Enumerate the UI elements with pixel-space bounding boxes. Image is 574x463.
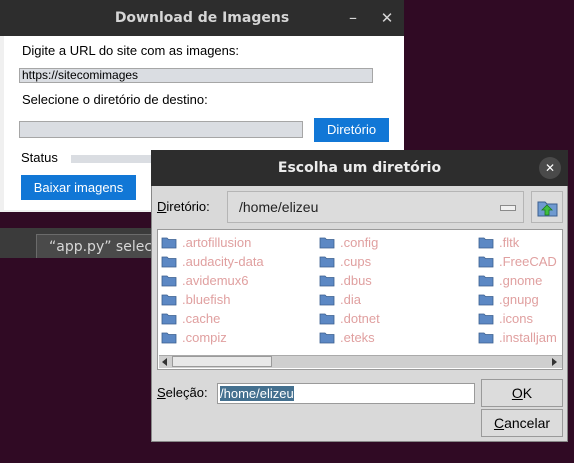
file-list-item[interactable]: .avidemux6 [161,271,316,290]
selection-input-value: /home/elizeu [220,386,294,401]
close-icon[interactable]: ✕ [378,8,396,28]
folder-icon [319,294,335,306]
directory-input[interactable] [19,121,303,138]
editor-tab[interactable]: “app.py” selecion [36,234,166,258]
folder-icon [161,294,177,306]
file-list-item-label: .avidemux6 [182,273,249,288]
file-list-item-label: .gnupg [499,292,539,307]
folder-icon [478,275,494,287]
dropdown-icon[interactable] [500,205,516,211]
folder-icon [478,332,494,344]
file-list-item-label: .cache [182,311,221,326]
directory-label: Selecione o diretório de destino: [22,92,208,107]
directory-combobox-value: /home/elizeu [239,199,319,215]
file-list-item-label: .gnome [499,273,543,288]
file-list-item-label: .config [340,235,379,250]
folder-icon [161,275,177,287]
url-input[interactable]: https://sitecomimages [19,68,373,83]
ok-button-label: K [522,385,533,401]
folder-icon [478,237,494,249]
status-label: Status [21,150,58,165]
file-list-item-label: .eteks [340,330,375,345]
file-list-item-label: .FreeCAD [499,254,557,269]
file-list-item-label: .dotnet [340,311,380,326]
selection-label-text: eleção: [165,385,208,400]
folder-icon [319,275,335,287]
file-list-item[interactable]: .cache [161,309,316,328]
file-list-item[interactable]: .gnome [478,271,562,290]
file-list-item[interactable]: .dotnet [319,309,474,328]
file-list-item[interactable]: .gnupg [478,290,562,309]
selection-label: Seleção: [157,385,208,400]
folder-icon [161,313,177,325]
folder-icon [478,256,494,268]
file-list-item[interactable]: .audacity-data [161,252,316,271]
folder-icon [161,256,177,268]
file-list-item-label: .icons [499,311,533,326]
directory-button[interactable]: Diretório [314,118,389,142]
file-list-item-label: .compiz [182,330,227,345]
url-label: Digite a URL do site com as imagens: [22,43,240,58]
file-list-item[interactable]: .fltk [478,233,562,252]
file-list-item[interactable]: .eteks [319,328,474,347]
folder-icon [319,313,335,325]
dialog-close-icon[interactable]: ✕ [539,157,561,179]
folder-up-icon [537,201,558,217]
file-list-item-label: .dia [340,292,361,307]
file-list-item-label: .artofillusion [182,235,252,250]
folder-icon [319,332,335,344]
file-list-item[interactable]: .installjam [478,328,562,347]
file-list-item-label: .cups [340,254,372,269]
directory-file-list[interactable]: .artofillusion .audacity-data .avidemux6 .b… [157,229,563,370]
parent-directory-button[interactable] [531,191,563,223]
file-list-item-label: .installjam [499,330,557,345]
selection-input[interactable]: /home/elizeu [217,383,475,404]
file-list-item[interactable]: .dia [319,290,474,309]
scroll-left-icon[interactable] [159,356,171,368]
cancel-button[interactable]: Cancelar [481,409,563,437]
folder-icon [319,256,335,268]
minimize-icon[interactable]: – [344,8,362,28]
download-images-button[interactable]: Baixar imagens [21,175,136,200]
folder-icon [161,332,177,344]
folder-icon [478,294,494,306]
dialog-directory-label: Diretório: [157,199,210,214]
scrollbar-thumb[interactable] [172,356,272,367]
dialog-title: Escolha um diretório [277,160,442,176]
scroll-right-icon[interactable] [548,356,560,368]
file-list-item[interactable]: .bluefish [161,290,316,309]
file-list-item-label: .audacity-data [182,254,264,269]
file-list-item[interactable]: .artofillusion [161,233,316,252]
cancel-button-label: ancelar [504,415,551,431]
file-list-item[interactable]: .compiz [161,328,316,347]
file-list-item[interactable]: .FreeCAD [478,252,562,271]
ok-button-mnemonic: O [511,385,523,401]
ok-button[interactable]: OK [481,379,563,407]
selection-label-mnemonic: S [157,385,166,400]
folder-icon [161,237,177,249]
dialog-directory-label-mnemonic: D [157,199,167,214]
file-list-item-label: .fltk [499,235,520,250]
file-list-item[interactable]: .icons [478,309,562,328]
cancel-button-mnemonic: C [493,415,505,431]
status-progress-bar [71,155,155,163]
dialog-directory-label-text: iretório: [166,199,210,214]
file-list-item[interactable]: .dbus [319,271,474,290]
folder-icon [478,313,494,325]
folder-icon [319,237,335,249]
file-list-item[interactable]: .cups [319,252,474,271]
file-list-item[interactable]: .config [319,233,474,252]
file-list-item-label: .bluefish [182,292,231,307]
file-list-item-label: .dbus [340,273,372,288]
